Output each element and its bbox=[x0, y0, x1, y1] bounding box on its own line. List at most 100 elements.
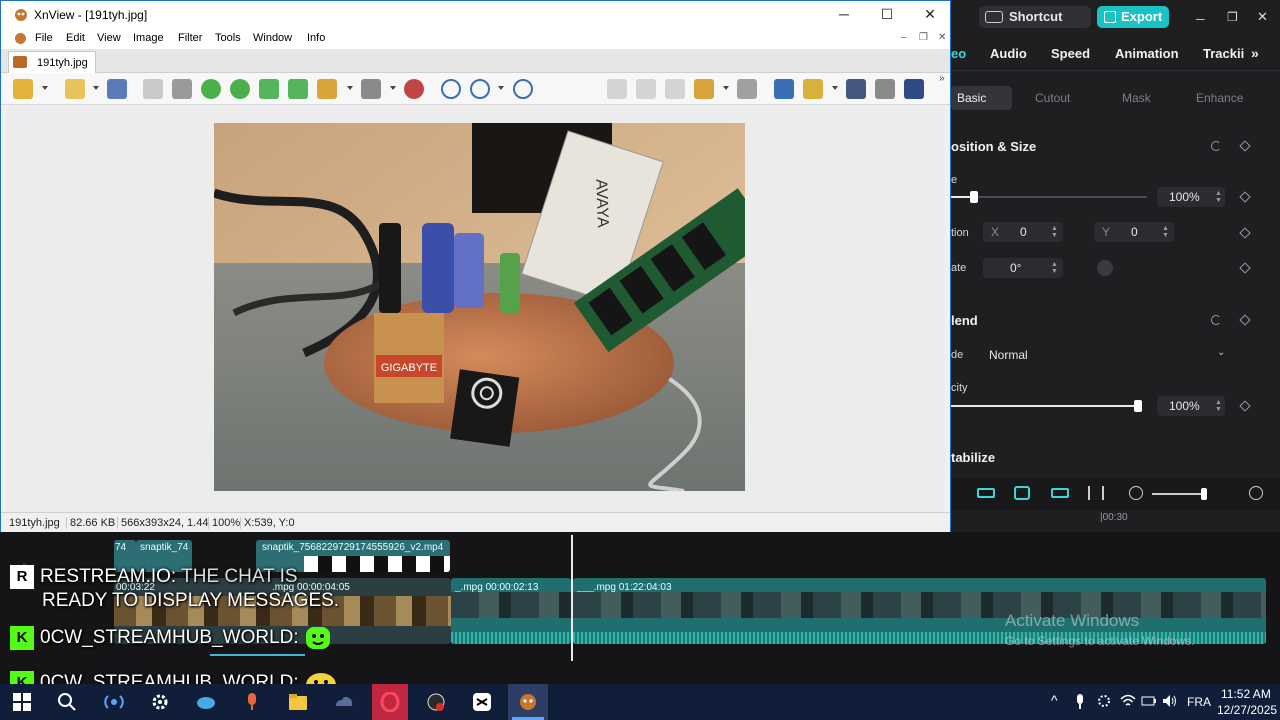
keyframe-opacity-icon[interactable] bbox=[1239, 400, 1251, 412]
shortcut-button[interactable]: Shortcut bbox=[979, 6, 1091, 28]
capcut-app-icon[interactable] bbox=[472, 692, 492, 712]
reset-position-icon[interactable] bbox=[1211, 141, 1221, 151]
timeline-zoom-slider[interactable] bbox=[1152, 493, 1207, 495]
mdi-close-button[interactable]: ✕ bbox=[938, 32, 946, 43]
menu-image[interactable]: Image bbox=[133, 32, 164, 44]
windows-start-icon[interactable] bbox=[12, 692, 32, 712]
tray-time[interactable]: 11:52 AM bbox=[1221, 687, 1271, 701]
open-dropdown-icon[interactable] bbox=[93, 86, 99, 90]
minimize-button[interactable]: ─ bbox=[822, 1, 866, 29]
opera-browser-icon[interactable] bbox=[380, 692, 400, 712]
export-button[interactable]: Export bbox=[1097, 6, 1169, 28]
tab-speed[interactable]: Speed bbox=[1051, 46, 1090, 61]
browser-icon[interactable] bbox=[13, 79, 33, 99]
settings-gear-icon[interactable] bbox=[150, 692, 170, 712]
adjust-dropdown-icon[interactable] bbox=[390, 86, 396, 90]
xnview-taskbar-icon[interactable] bbox=[518, 692, 538, 712]
tab-191tyh[interactable]: 191tyh.jpg bbox=[8, 51, 96, 73]
app-red-dot-icon[interactable] bbox=[426, 692, 446, 712]
microphone-app-icon[interactable] bbox=[242, 692, 262, 712]
file-explorer-icon[interactable] bbox=[288, 692, 308, 712]
position-y-spinner-icon[interactable]: ▲ ▼ bbox=[1162, 225, 1170, 239]
reset-blend-icon[interactable] bbox=[1211, 315, 1221, 325]
tray-microphone-icon[interactable] bbox=[1074, 694, 1086, 710]
copy-icon[interactable] bbox=[665, 79, 685, 99]
tray-battery-icon[interactable] bbox=[1141, 694, 1157, 708]
timeline-zoom-handle[interactable] bbox=[1201, 488, 1207, 500]
crop-icon[interactable] bbox=[172, 79, 192, 99]
zoom-in-icon[interactable] bbox=[441, 79, 461, 99]
slideshow-dropdown-icon[interactable] bbox=[723, 86, 729, 90]
capcut-close-icon[interactable]: ✕ bbox=[1257, 9, 1268, 25]
keyframe-position-icon[interactable] bbox=[1239, 227, 1251, 239]
menu-edit[interactable]: Edit bbox=[66, 32, 85, 44]
share-dropdown-icon[interactable] bbox=[832, 86, 838, 90]
tab-animation[interactable]: Animation bbox=[1115, 46, 1179, 61]
export-icon[interactable] bbox=[288, 79, 308, 99]
position-y-field[interactable]: Y 0 ▲ ▼ bbox=[1094, 222, 1174, 242]
keyframe-rotate-icon[interactable] bbox=[1239, 262, 1251, 274]
open-folder-icon[interactable] bbox=[65, 79, 85, 99]
zoom-out-timeline-icon[interactable] bbox=[1129, 486, 1143, 500]
tab-video[interactable]: eo bbox=[951, 46, 966, 61]
toolbar-overflow-icon[interactable]: » bbox=[939, 73, 945, 84]
slideshow-icon[interactable] bbox=[694, 79, 714, 99]
subtab-mask[interactable]: Mask bbox=[1122, 91, 1151, 105]
last-icon[interactable] bbox=[636, 79, 656, 99]
opacity-slider-handle[interactable] bbox=[1134, 400, 1142, 412]
app-bird-icon[interactable] bbox=[196, 692, 216, 712]
rotate-left-icon[interactable] bbox=[201, 79, 221, 99]
menu-file[interactable]: File bbox=[35, 32, 53, 44]
opacity-value-field[interactable]: 100% ▲ ▼ bbox=[1157, 396, 1225, 416]
subtab-cutout[interactable]: Cutout bbox=[1035, 91, 1070, 105]
menu-filter[interactable]: Filter bbox=[178, 32, 202, 44]
broadcast-icon[interactable] bbox=[104, 692, 124, 712]
image-viewport[interactable]: AVAYA GIGABYTE bbox=[7, 106, 945, 511]
fullscreen-icon[interactable] bbox=[774, 79, 794, 99]
menu-window[interactable]: Window bbox=[253, 32, 292, 44]
capcut-restore-icon[interactable]: ❐ bbox=[1227, 10, 1238, 24]
timeline-playhead[interactable] bbox=[571, 535, 573, 661]
tab-audio[interactable]: Audio bbox=[990, 46, 1027, 61]
rotate-dial-icon[interactable] bbox=[1097, 260, 1113, 276]
keyframe-section-icon[interactable] bbox=[1239, 140, 1251, 152]
link-icon[interactable] bbox=[977, 488, 995, 498]
share-icon[interactable] bbox=[803, 79, 823, 99]
position-x-spinner-icon[interactable]: ▲ ▼ bbox=[1051, 225, 1059, 239]
save-icon[interactable] bbox=[107, 79, 127, 99]
doc-menu-icon[interactable] bbox=[14, 32, 27, 45]
snap-icon[interactable] bbox=[1051, 488, 1069, 498]
effects-icon[interactable] bbox=[404, 79, 424, 99]
mdi-restore-button[interactable]: ❐ bbox=[919, 32, 928, 43]
subtab-basic[interactable]: Basic bbox=[957, 91, 986, 105]
scale-spinner-icon[interactable]: ▲ ▼ bbox=[1215, 190, 1223, 204]
capcut-minimize-icon[interactable]: ─ bbox=[1196, 12, 1205, 26]
tray-volume-icon[interactable] bbox=[1162, 694, 1178, 708]
first-icon[interactable] bbox=[607, 79, 627, 99]
menu-tools[interactable]: Tools bbox=[215, 32, 241, 44]
tray-wifi-icon[interactable] bbox=[1120, 694, 1136, 708]
keyframe-blend-icon[interactable] bbox=[1239, 314, 1251, 326]
blend-mode-select[interactable]: Normal ⌄ bbox=[983, 345, 1228, 365]
import-icon[interactable] bbox=[259, 79, 279, 99]
tray-expand-icon[interactable]: ^ bbox=[1051, 692, 1058, 708]
print-icon[interactable] bbox=[875, 79, 895, 99]
search-icon[interactable] bbox=[57, 692, 77, 712]
zoom-out-icon[interactable] bbox=[513, 79, 533, 99]
scale-slider-track[interactable] bbox=[951, 196, 1147, 198]
tab-tracking[interactable]: Trackii bbox=[1203, 46, 1244, 61]
browser-dropdown-icon[interactable] bbox=[42, 86, 48, 90]
scale-value-field[interactable]: 100% ▲ ▼ bbox=[1157, 187, 1225, 207]
zoom-in-timeline-icon[interactable] bbox=[1249, 486, 1263, 500]
magnet-icon[interactable] bbox=[1014, 486, 1030, 500]
scanner-icon[interactable] bbox=[904, 79, 924, 99]
menu-view[interactable]: View bbox=[97, 32, 121, 44]
rotate-right-icon[interactable] bbox=[230, 79, 250, 99]
xnview-title-bar[interactable]: XnView - [191tyh.jpg] ─ ☐ ✕ bbox=[1, 1, 950, 29]
subtab-enhance[interactable]: Enhance bbox=[1196, 91, 1243, 105]
split-icon[interactable] bbox=[1088, 486, 1104, 500]
adjust-icon[interactable] bbox=[361, 79, 381, 99]
rotate-field[interactable]: 0° ▲ ▼ bbox=[983, 258, 1063, 278]
tabs-more-icon[interactable]: » bbox=[1251, 45, 1259, 61]
undo-icon[interactable] bbox=[143, 79, 163, 99]
